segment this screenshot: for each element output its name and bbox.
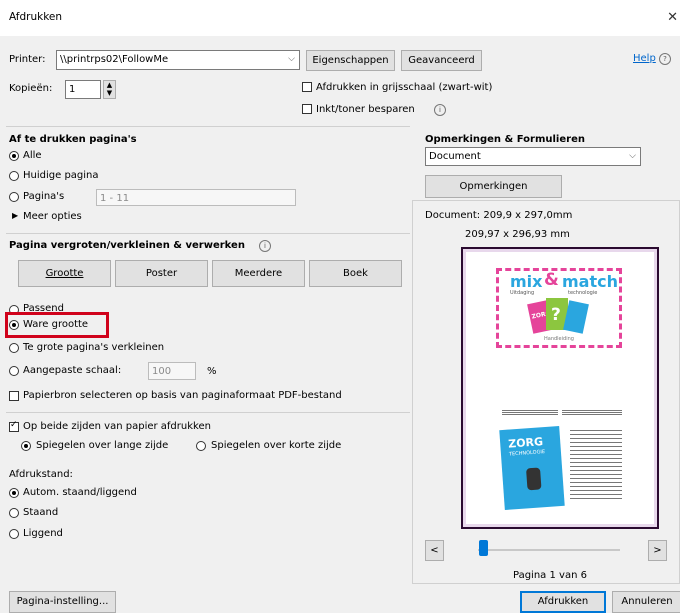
orientation-auto-label: Autom. staand/liggend <box>23 487 137 498</box>
printer-label: Printer: <box>9 54 46 65</box>
size-button[interactable]: Grootte <box>18 260 111 287</box>
cover-image: ZORG TECHNOLOGIE <box>499 426 565 510</box>
long-edge-radio[interactable] <box>21 441 31 451</box>
pages-all-radio[interactable] <box>9 151 19 161</box>
duplex-checkbox[interactable] <box>9 420 19 432</box>
info-icon[interactable]: i <box>434 104 446 116</box>
chevron-down-icon: ⌵ <box>629 151 636 161</box>
paper-source-checkbox[interactable] <box>9 391 19 401</box>
help-link[interactable]: Help ? <box>633 53 671 65</box>
pages-range-radio[interactable] <box>9 192 19 202</box>
custom-scale-label: Aangepaste schaal: <box>23 365 122 376</box>
printer-select[interactable]: \\printrps02\FollowMe ⌵ <box>56 50 300 70</box>
save-ink-checkbox[interactable] <box>302 104 312 114</box>
expand-arrow-icon[interactable]: ▶ <box>12 211 18 220</box>
printer-value: \\printrps02\FollowMe <box>60 54 169 65</box>
multiple-button[interactable]: Meerdere <box>212 260 305 287</box>
cover-sub: TECHNOLOGIE <box>508 449 546 458</box>
short-edge-label: Spiegelen over korte zijde <box>211 440 342 451</box>
print-button[interactable]: Afdrukken <box>520 591 606 613</box>
brand-sub2: technologie <box>568 290 598 296</box>
percent-label: % <box>207 366 217 377</box>
page-slider-thumb[interactable] <box>479 540 488 556</box>
advanced-button[interactable]: Geavanceerd <box>401 50 482 71</box>
brand-match: match <box>562 272 618 291</box>
watch-image <box>526 467 542 491</box>
brand-amp: & <box>544 270 559 290</box>
orientation-landscape-label: Liggend <box>23 528 63 539</box>
title-bar: Afdrukken ✕ <box>0 0 680 36</box>
sizing-info-icon[interactable]: i <box>259 240 271 252</box>
actual-size-radio[interactable] <box>9 320 19 330</box>
page-setup-button[interactable]: Pagina-instelling... <box>9 591 116 613</box>
orientation-title: Afdrukstand: <box>9 469 73 480</box>
window-title: Afdrukken <box>9 11 63 23</box>
grayscale-label: Afdrukken in grijsschaal (zwart-wit) <box>316 82 493 93</box>
copies-value: 1 <box>69 84 76 95</box>
orientation-portrait-radio[interactable] <box>9 508 19 518</box>
orientation-auto-radio[interactable] <box>9 488 19 498</box>
sizing-section-title: Pagina vergroten/verkleinen & verwerken <box>9 240 245 251</box>
text-block-top <box>502 410 558 416</box>
custom-scale-radio[interactable] <box>9 366 19 376</box>
more-options-link[interactable]: Meer opties <box>23 211 82 222</box>
close-icon[interactable]: ✕ <box>667 10 678 25</box>
page-info: Pagina 1 van 6 <box>513 570 587 581</box>
pages-section-title: Af te drukken pagina's <box>9 134 137 145</box>
pages-range-label: Pagina's <box>23 191 65 202</box>
help-link-text[interactable]: Help <box>633 53 656 64</box>
cover-brand: ZORG <box>507 435 544 451</box>
doc-size-label: Document: 209,9 x 297,0mm <box>425 210 573 221</box>
shrink-label: Te grote pagina's verkleinen <box>23 342 165 353</box>
actual-size-label: Ware grootte <box>23 319 89 330</box>
pages-all-label: Alle <box>23 150 42 161</box>
brand-mix: mix <box>510 272 543 291</box>
copies-label: Kopieën: <box>9 83 53 94</box>
size-button-label: Grootte <box>45 268 84 279</box>
copies-stepper[interactable]: ▲ ▼ <box>103 80 116 99</box>
manual-label: Handleiding <box>544 336 574 342</box>
poster-button[interactable]: Poster <box>115 260 208 287</box>
comments-title: Opmerkingen & Formulieren <box>425 134 585 145</box>
text-column <box>570 430 622 502</box>
pages-range-input[interactable]: 1 - 11 <box>96 189 296 206</box>
shrink-radio[interactable] <box>9 343 19 353</box>
preview-page: mix & match Uitdaging technologie ZORG ?… <box>466 252 654 524</box>
pages-range-placeholder: 1 - 11 <box>100 193 130 204</box>
help-icon: ? <box>659 53 671 65</box>
custom-scale-input[interactable]: 100 <box>148 362 196 380</box>
comments-value: Document <box>429 151 481 162</box>
card-b-text: ? <box>551 305 561 325</box>
orientation-landscape-radio[interactable] <box>9 529 19 539</box>
grayscale-checkbox[interactable] <box>302 82 312 92</box>
orientation-portrait-label: Staand <box>23 507 59 518</box>
duplex-label: Op beide zijden van papier afdrukken <box>23 421 211 432</box>
next-page-button[interactable]: > <box>648 540 667 561</box>
comments-select[interactable]: Document ⌵ <box>425 147 641 166</box>
prev-page-button[interactable]: < <box>425 540 444 561</box>
pages-current-label: Huidige pagina <box>23 170 99 181</box>
custom-scale-value: 100 <box>152 366 172 377</box>
summarize-comments-button[interactable]: Opmerkingen samenvatten <box>425 175 562 213</box>
text-block-top-2 <box>562 410 622 416</box>
short-edge-radio[interactable] <box>196 441 206 451</box>
copies-input[interactable]: 1 <box>65 80 101 99</box>
cancel-button[interactable]: Annuleren <box>612 591 680 613</box>
save-ink-label: Inkt/toner besparen <box>316 104 415 115</box>
pages-current-radio[interactable] <box>9 171 19 181</box>
long-edge-label: Spiegelen over lange zijde <box>36 440 169 451</box>
page-slider-track[interactable] <box>478 549 620 551</box>
paper-source-label: Papierbron selecteren op basis van pagin… <box>23 390 342 401</box>
chevron-down-icon: ⌵ <box>288 54 295 64</box>
booklet-button[interactable]: Boek <box>309 260 402 287</box>
brand-sub1: Uitdaging <box>510 290 535 296</box>
properties-button[interactable]: Eigenschappen <box>306 50 395 71</box>
page-size-label: 209,97 x 296,93 mm <box>465 229 570 240</box>
